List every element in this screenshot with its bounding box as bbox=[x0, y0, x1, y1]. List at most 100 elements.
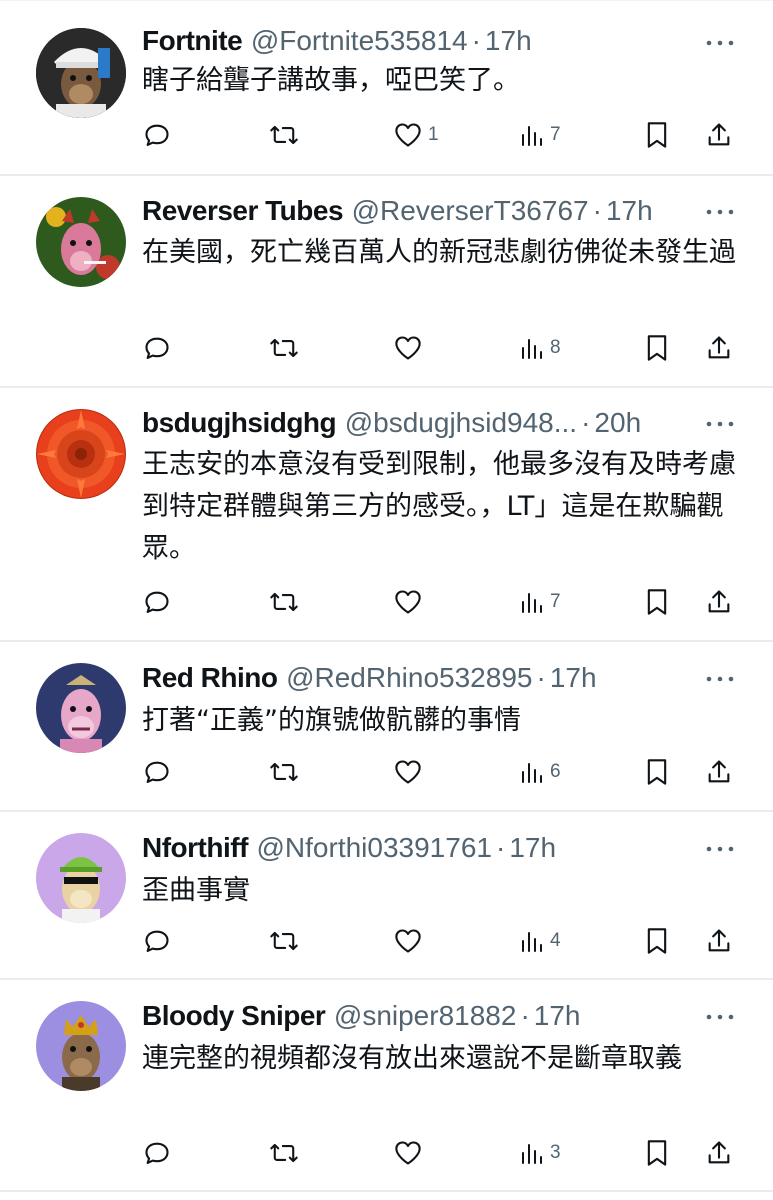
retweet-button[interactable] bbox=[269, 582, 299, 622]
separator-dot: · bbox=[592, 195, 602, 226]
retweet-button[interactable] bbox=[269, 921, 299, 961]
display-name[interactable]: Reverser Tubes bbox=[142, 195, 344, 226]
bookmark-icon bbox=[647, 589, 667, 615]
share-button[interactable] bbox=[705, 582, 733, 622]
views-button[interactable]: 6 bbox=[520, 752, 561, 792]
avatar[interactable] bbox=[36, 663, 126, 753]
timestamp[interactable]: 17h bbox=[606, 195, 653, 226]
reply-button[interactable] bbox=[143, 1133, 171, 1173]
like-button[interactable] bbox=[394, 582, 428, 622]
display-name[interactable]: bsdugjhsidghg bbox=[142, 407, 337, 438]
user-handle[interactable]: @Nforthi03391761 bbox=[257, 832, 492, 863]
more-icon[interactable] bbox=[705, 1012, 735, 1022]
bookmark-icon bbox=[647, 759, 667, 785]
post-header: Fortnite @Fortnite535814 · 17h bbox=[142, 24, 703, 58]
retweet-icon bbox=[270, 1143, 298, 1163]
retweet-icon bbox=[270, 338, 298, 358]
retweet-button[interactable] bbox=[269, 328, 299, 368]
bookmark-button[interactable] bbox=[645, 115, 669, 155]
post-text: 瞎子給聾子講故事，啞巴笑了。 bbox=[142, 65, 520, 96]
display-name[interactable]: Red Rhino bbox=[142, 662, 278, 693]
separator-dot: · bbox=[536, 662, 546, 693]
like-icon bbox=[395, 1141, 421, 1165]
reply-button[interactable] bbox=[143, 115, 171, 155]
share-button[interactable] bbox=[705, 1133, 733, 1173]
share-icon bbox=[708, 336, 730, 359]
reply-button[interactable] bbox=[143, 752, 171, 792]
retweet-button[interactable] bbox=[269, 1133, 299, 1173]
like-button[interactable] bbox=[394, 921, 428, 961]
user-handle[interactable]: @bsdugjhsid948... bbox=[345, 407, 577, 438]
more-icon[interactable] bbox=[705, 38, 735, 48]
share-icon bbox=[708, 760, 730, 783]
separator-dot: · bbox=[581, 407, 591, 438]
like-button[interactable] bbox=[394, 752, 428, 792]
share-button[interactable] bbox=[705, 115, 733, 155]
post-header: bsdugjhsidghg @bsdugjhsid948... · 20h bbox=[142, 406, 703, 440]
views-count: 8 bbox=[550, 337, 561, 358]
more-icon[interactable] bbox=[705, 674, 735, 684]
post-header: Nforthiff @Nforthi03391761 · 17h bbox=[142, 831, 703, 865]
timestamp[interactable]: 20h bbox=[594, 407, 641, 438]
reply-icon bbox=[145, 1142, 169, 1164]
more-icon[interactable] bbox=[705, 844, 735, 854]
views-icon bbox=[522, 1144, 542, 1164]
avatar[interactable] bbox=[36, 28, 126, 118]
like-button[interactable]: 1 bbox=[394, 115, 439, 155]
retweet-button[interactable] bbox=[269, 115, 299, 155]
bookmark-button[interactable] bbox=[645, 582, 669, 622]
post-5[interactable]: Nforthiff @Nforthi03391761 · 17h 歪曲事實 4 bbox=[0, 812, 773, 980]
avatar[interactable] bbox=[36, 1001, 126, 1091]
timestamp[interactable]: 17h bbox=[485, 25, 532, 56]
like-icon bbox=[395, 929, 421, 953]
avatar[interactable] bbox=[36, 833, 126, 923]
user-handle[interactable]: @RedRhino532895 bbox=[286, 662, 532, 693]
bookmark-button[interactable] bbox=[645, 921, 669, 961]
post-6[interactable]: Bloody Sniper @sniper81882 · 17h 連完整的視頻都沒有… bbox=[0, 980, 773, 1192]
bookmark-button[interactable] bbox=[645, 1133, 669, 1173]
action-bar: 6 bbox=[0, 752, 773, 792]
views-button[interactable]: 3 bbox=[520, 1133, 561, 1173]
timestamp[interactable]: 17h bbox=[509, 832, 556, 863]
views-icon bbox=[522, 339, 542, 359]
retweet-icon bbox=[270, 592, 298, 612]
views-button[interactable]: 7 bbox=[520, 582, 561, 622]
views-button[interactable]: 7 bbox=[520, 115, 561, 155]
user-handle[interactable]: @sniper81882 bbox=[334, 1000, 517, 1031]
timestamp[interactable]: 17h bbox=[550, 662, 597, 693]
display-name[interactable]: Bloody Sniper bbox=[142, 1000, 326, 1031]
display-name[interactable]: Fortnite bbox=[142, 25, 243, 56]
post-header: Bloody Sniper @sniper81882 · 17h bbox=[142, 999, 703, 1033]
views-icon bbox=[522, 593, 542, 613]
reply-icon bbox=[145, 591, 169, 613]
bookmark-button[interactable] bbox=[645, 328, 669, 368]
post-3[interactable]: bsdugjhsidghg @bsdugjhsid948... · 20h 王志安的… bbox=[0, 388, 773, 642]
more-icon[interactable] bbox=[705, 419, 735, 429]
post-1[interactable]: Fortnite @Fortnite535814 · 17h 瞎子給聾子講故事，啞巴… bbox=[0, 0, 773, 176]
like-button[interactable] bbox=[394, 328, 428, 368]
like-button[interactable] bbox=[394, 1133, 428, 1173]
reply-button[interactable] bbox=[143, 582, 171, 622]
avatar[interactable] bbox=[36, 409, 126, 499]
retweet-button[interactable] bbox=[269, 752, 299, 792]
views-icon bbox=[522, 763, 542, 783]
more-icon[interactable] bbox=[705, 207, 735, 217]
share-button[interactable] bbox=[705, 328, 733, 368]
post-4[interactable]: Red Rhino @RedRhino532895 · 17h 打著“正義”的旗號做… bbox=[0, 642, 773, 812]
views-button[interactable]: 4 bbox=[520, 921, 561, 961]
separator-dot: · bbox=[471, 25, 481, 56]
user-handle[interactable]: @ReverserT36767 bbox=[352, 195, 589, 226]
reply-button[interactable] bbox=[143, 328, 171, 368]
bookmark-button[interactable] bbox=[645, 752, 669, 792]
post-2[interactable]: Reverser Tubes @ReverserT36767 · 17h 在美國，死… bbox=[0, 176, 773, 388]
reply-button[interactable] bbox=[143, 921, 171, 961]
user-handle[interactable]: @Fortnite535814 bbox=[251, 25, 468, 56]
timestamp[interactable]: 17h bbox=[534, 1000, 581, 1031]
avatar[interactable] bbox=[36, 197, 126, 287]
views-count: 7 bbox=[550, 591, 561, 612]
views-button[interactable]: 8 bbox=[520, 328, 561, 368]
share-button[interactable] bbox=[705, 921, 733, 961]
display-name[interactable]: Nforthiff bbox=[142, 832, 248, 863]
post-header: Reverser Tubes @ReverserT36767 · 17h bbox=[142, 194, 703, 228]
share-button[interactable] bbox=[705, 752, 733, 792]
